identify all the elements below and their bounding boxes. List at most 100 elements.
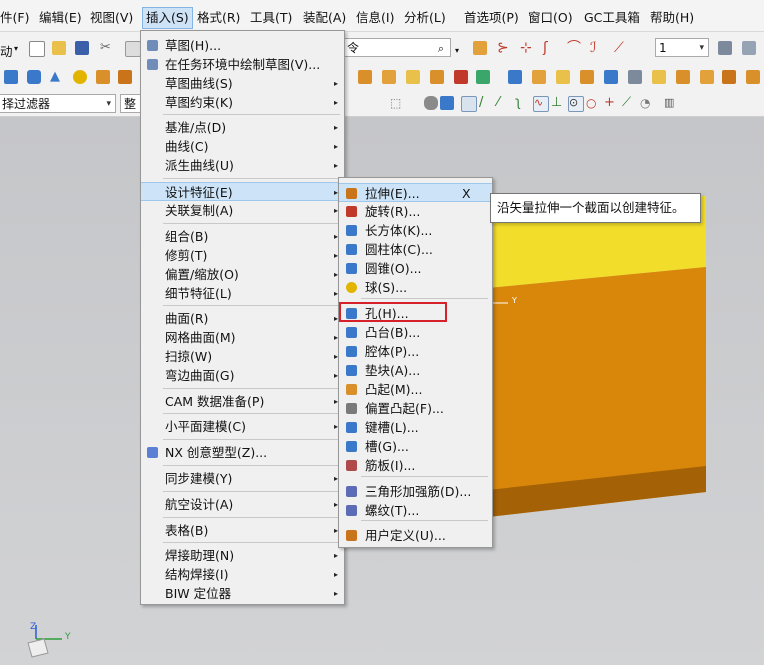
midpoint-icon[interactable]: ⊹ (520, 41, 534, 55)
layer-settings-icon[interactable] (718, 41, 732, 55)
quadrant-snap-icon[interactable]: ○ (586, 96, 600, 110)
feature-menu-item-user-defined[interactable]: 用户定义(U)... (339, 526, 492, 545)
end-point-snap-icon[interactable]: / (479, 96, 493, 110)
arc-center-snap-icon[interactable]: ⊥ (551, 96, 565, 110)
rib-feature-icon[interactable] (722, 70, 736, 84)
start-button[interactable]: 动 (0, 41, 13, 60)
insert-menu-item-design-feature[interactable]: 设计特征(E) ▸ (141, 182, 344, 201)
cone-icon[interactable]: ▲ (50, 70, 64, 84)
control-point-snap-icon[interactable]: ʅ (515, 96, 529, 110)
insert-menu-item-datum-point[interactable]: 基准/点(D) ▸ (141, 118, 344, 137)
intersect-icon[interactable] (556, 70, 570, 84)
intersection-icon[interactable]: ⌒ (567, 41, 581, 55)
insert-menu-item-sketch-in-task[interactable]: 在任务环境中绘制草图(V)... (141, 55, 344, 74)
insert-menu-item-synchronous-modeling[interactable]: 同步建模(Y) ▸ (141, 469, 344, 488)
scale-body-icon[interactable] (628, 70, 642, 84)
insert-menu-item-trim[interactable]: 修剪(T) ▸ (141, 246, 344, 265)
menu-window[interactable]: 窗口(O) (528, 9, 573, 27)
menu-analysis[interactable]: 分析(L) (404, 9, 446, 27)
insert-menu-item-curve[interactable]: 曲线(C) ▸ (141, 137, 344, 156)
insert-menu-item-sketch[interactable]: 草图(H)... (141, 36, 344, 55)
cylinder-icon[interactable] (27, 70, 41, 84)
feature-menu-item-cone[interactable]: 圆锥(O)... (339, 259, 492, 278)
menu-tools[interactable]: 工具(T) (250, 9, 292, 27)
insert-menu-item-mesh-surface[interactable]: 网格曲面(M) ▸ (141, 328, 344, 347)
subtract-icon[interactable] (532, 70, 546, 84)
move-to-layer-icon[interactable] (742, 41, 756, 55)
feature-menu-item-boss[interactable]: 凸台(B)... (339, 323, 492, 342)
insert-menu-item-derived-curve[interactable]: 派生曲线(U) ▸ (141, 156, 344, 175)
feature-menu-item-slot[interactable]: 键槽(L)... (339, 418, 492, 437)
endpoint-icon[interactable]: ⊱ (497, 41, 511, 55)
insert-menu-item-surface[interactable]: 曲面(R) ▸ (141, 309, 344, 328)
menu-gc-toolbox[interactable]: GC工具箱 (584, 9, 640, 27)
insert-menu-item-weld-assistant[interactable]: 焊接助理(N) ▸ (141, 546, 344, 565)
intersection-snap-icon[interactable]: ∿ (533, 96, 549, 112)
cut-icon[interactable]: ✂ (100, 41, 114, 55)
insert-menu-item-structure-welding[interactable]: 结构焊接(I) ▸ (141, 565, 344, 584)
menu-preferences[interactable]: 首选项(P) (464, 9, 519, 27)
feature-menu-item-revolve[interactable]: 旋转(R)... (339, 202, 492, 221)
thread-feature-icon[interactable] (676, 70, 690, 84)
insert-menu-item-sketch-curve[interactable]: 草图曲线(S) ▸ (141, 74, 344, 93)
insert-menu-item-biw-locator[interactable]: BIW 定位器 ▸ (141, 584, 344, 603)
hole-feature-icon[interactable] (652, 70, 666, 84)
datum-csys-icon[interactable] (476, 70, 490, 84)
draft-icon[interactable] (430, 70, 444, 84)
insert-menu-item-aerospace-design[interactable]: 航空设计(A) ▸ (141, 495, 344, 514)
menu-help[interactable]: 帮助(H) (650, 9, 694, 27)
feature-select-icon[interactable] (440, 96, 454, 110)
tangent-icon[interactable]: ⟋ (614, 41, 628, 55)
selection-scope-select[interactable]: 整 (120, 94, 142, 113)
sphere-icon[interactable] (73, 70, 87, 84)
extrude-icon[interactable] (118, 70, 132, 84)
insert-menu-item-sweep[interactable]: 扫掠(W) ▸ (141, 347, 344, 366)
insert-menu-item-table[interactable]: 表格(B) ▸ (141, 521, 344, 540)
feature-menu-item-sphere[interactable]: 球(S)... (339, 278, 492, 297)
insert-menu-item-associative-copy[interactable]: 关联复制(A) ▸ (141, 201, 344, 220)
feature-menu-item-rib[interactable]: 筋板(I)... (339, 456, 492, 475)
insert-menu-item-nx-realize-shape[interactable]: NX 创意塑型(Z)... (141, 443, 344, 462)
snap-grid-icon[interactable] (461, 96, 477, 112)
copy-icon[interactable] (125, 41, 141, 57)
arc-center-icon[interactable]: ℐ (590, 41, 604, 55)
insert-menu-item-facet-modeling[interactable]: 小平面建模(C) ▸ (141, 417, 344, 436)
feature-menu-item-offset-emboss[interactable]: 偏置凸起(F)... (339, 399, 492, 418)
layer-select[interactable]: 1 ▾ (655, 38, 709, 57)
groove-feature-icon[interactable] (700, 70, 714, 84)
menu-view[interactable]: 视图(V) (90, 9, 133, 27)
command-finder-field[interactable]: 令 ⌕ (343, 38, 451, 57)
open-folder-icon[interactable] (52, 41, 66, 55)
save-icon[interactable] (75, 41, 89, 55)
menu-file[interactable]: 件(F) (0, 9, 29, 27)
insert-menu-item-flange-surface[interactable]: 弯边曲面(G) ▸ (141, 366, 344, 385)
menu-edit[interactable]: 编辑(E) (39, 9, 82, 27)
edge-blend-icon[interactable] (382, 70, 396, 84)
circle-center-snap-icon[interactable]: ⊙ (568, 96, 584, 112)
select-all-icon[interactable] (424, 96, 438, 110)
block-icon[interactable] (4, 70, 18, 84)
trim-body-icon[interactable] (358, 70, 372, 84)
pattern-feature-icon[interactable] (454, 70, 468, 84)
shell-icon[interactable] (580, 70, 594, 84)
emboss-feature-icon[interactable] (746, 70, 760, 84)
selection-filter-select[interactable]: 择过滤器 ▾ (0, 94, 116, 113)
bounded-grid-icon[interactable]: ▥ (664, 96, 678, 110)
existing-point-snap-icon[interactable]: + (604, 96, 618, 110)
snap-point-icon[interactable] (473, 41, 487, 55)
chevron-down-icon[interactable]: ▾ (14, 44, 18, 53)
feature-menu-item-groove[interactable]: 槽(G)... (339, 437, 492, 456)
point-on-curve-snap-icon[interactable]: ⟋ (622, 96, 636, 110)
insert-menu-item-detail-feature[interactable]: 细节特征(L) ▸ (141, 284, 344, 303)
insert-menu-item-cam-data-prep[interactable]: CAM 数据准备(P) ▸ (141, 392, 344, 411)
mid-point-snap-icon[interactable]: ⁄ (497, 96, 511, 110)
rectangle-select-icon[interactable]: ⬚ (390, 96, 404, 110)
feature-menu-item-thread[interactable]: 螺纹(T)... (339, 501, 492, 520)
menu-insert[interactable]: 插入(S) (142, 7, 193, 29)
feature-menu-item-dart[interactable]: 三角形加强筋(D)... (339, 482, 492, 501)
feature-menu-item-emboss[interactable]: 凸起(M)... (339, 380, 492, 399)
menu-assemblies[interactable]: 装配(A) (303, 9, 346, 27)
feature-menu-item-cylinder[interactable]: 圆柱体(C)... (339, 240, 492, 259)
new-file-icon[interactable] (29, 41, 45, 57)
menu-format[interactable]: 格式(R) (197, 9, 240, 27)
